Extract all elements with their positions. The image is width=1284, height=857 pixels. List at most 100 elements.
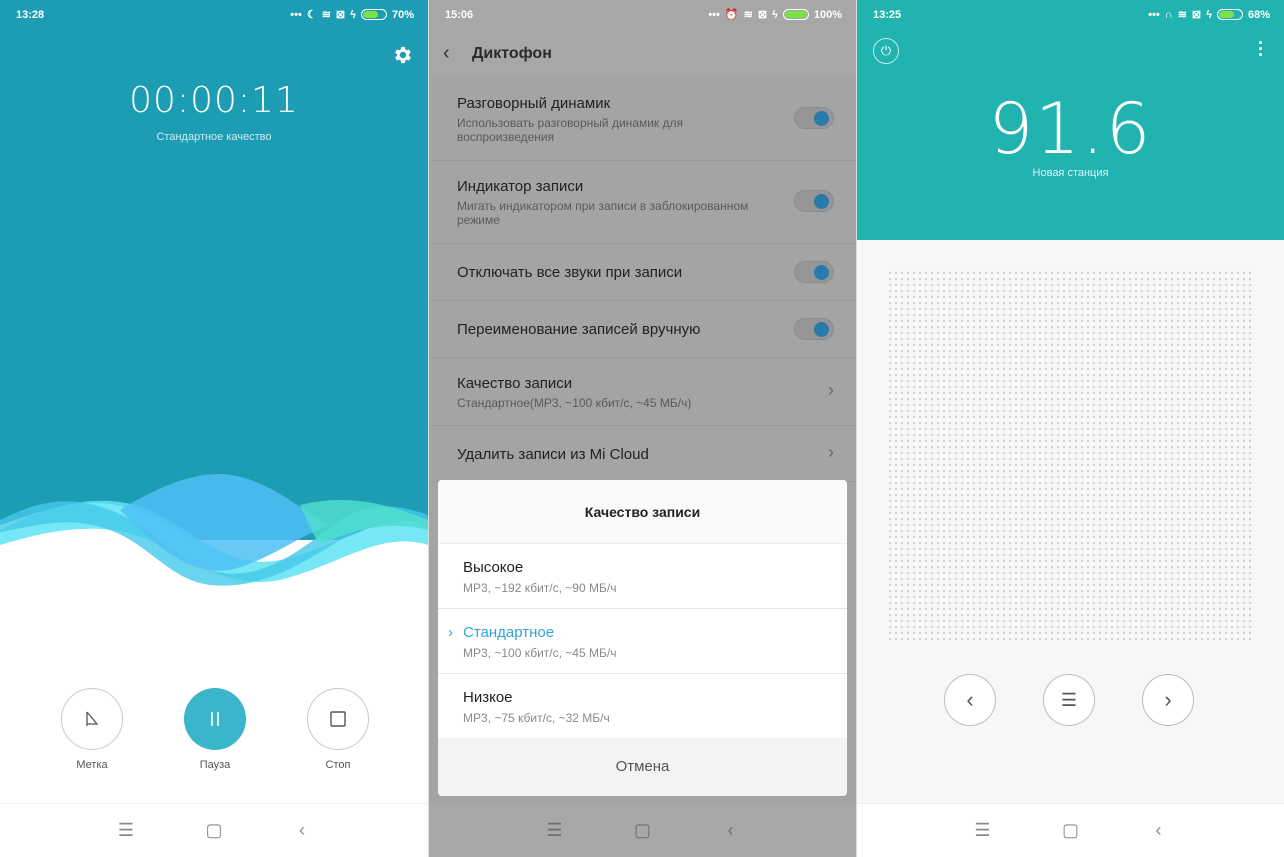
- quality-option[interactable]: Низкое MP3, ~75 кбит/с, ~32 МБ/ч: [438, 674, 847, 739]
- radio-screen: 13:25 ••• ∩ ≋ ⊠ ϟ 68% ⏻ · · · 91.6 Новая с…: [857, 0, 1284, 857]
- setting-subtitle: Стандартное(MP3, ~100 кбит/с, ~45 МБ/ч): [457, 396, 692, 410]
- status-time: 13:25: [873, 9, 902, 21]
- setting-title: Качество записи: [457, 375, 573, 392]
- gear-icon[interactable]: [392, 44, 414, 66]
- settings-screen: 15:06 ••• ⏰ ≋ ⊠ ϟ 100% ‹ Диктофон Разгов…: [429, 0, 856, 857]
- option-detail: MP3, ~192 кбит/с, ~90 МБ/ч: [463, 581, 617, 595]
- signal-dots-icon: •••: [1148, 8, 1160, 21]
- pause-label: Пауза: [199, 759, 231, 771]
- battery-icon: [782, 9, 809, 20]
- toggle-switch[interactable]: [794, 318, 834, 340]
- radio-frequency: 91.6: [988, 88, 1153, 170]
- mark-icon: [86, 711, 99, 726]
- wifi-icon: ≋: [321, 9, 331, 21]
- toggle-switch[interactable]: [794, 190, 834, 212]
- power-icon[interactable]: ⏻: [873, 38, 899, 64]
- recording-quality: Стандартное качество: [156, 131, 272, 143]
- nav-menu-icon[interactable]: ☰: [546, 820, 564, 841]
- settings-row[interactable]: Отключать все звуки при записи: [429, 244, 856, 301]
- setting-subtitle: Использовать разговорный динамик для вос…: [457, 116, 683, 144]
- battery-level: 68%: [1247, 8, 1270, 21]
- nav-back-icon[interactable]: ‹: [1150, 820, 1168, 841]
- quality-option-selected[interactable]: › Стандартное MP3, ~100 кбит/с, ~45 МБ/ч: [438, 609, 847, 674]
- battery-icon: [360, 9, 387, 20]
- option-label: Высокое: [463, 559, 524, 576]
- status-time: 13:28: [16, 9, 45, 21]
- option-label: Стандартное: [463, 624, 555, 641]
- option-label: Низкое: [463, 689, 513, 706]
- stop-label: Стоп: [325, 759, 351, 771]
- sim-icon: ⊠: [757, 9, 768, 21]
- settings-row[interactable]: Переименование записей вручную: [429, 301, 856, 358]
- setting-title: Индикатор записи: [457, 178, 584, 195]
- app-bar: ‹ Диктофон: [429, 30, 856, 78]
- status-icons: ••• ☾ ≋ ⊠ ϟ 70%: [290, 8, 414, 22]
- alarm-icon: ⏰: [724, 9, 739, 21]
- option-detail: MP3, ~100 кбит/с, ~45 МБ/ч: [463, 646, 617, 660]
- sim-icon: ⊠: [1191, 9, 1202, 21]
- moon-icon: ☾: [306, 9, 317, 21]
- status-time: 15:06: [445, 9, 474, 21]
- stop-button[interactable]: [307, 688, 369, 750]
- toggle-switch[interactable]: [794, 107, 834, 129]
- wifi-icon: ≋: [1177, 9, 1187, 21]
- waveform: [0, 474, 428, 600]
- pause-icon: [211, 712, 219, 726]
- nav-home-icon[interactable]: ▢: [1062, 820, 1080, 841]
- sim-icon: ⊠: [335, 9, 346, 21]
- settings-row[interactable]: Индикатор записи Мигать индикатором при …: [429, 161, 856, 244]
- recording-timer: 00:00:11: [129, 80, 299, 121]
- status-bar: 13:28 ••• ☾ ≋ ⊠ ϟ 70%: [0, 0, 428, 30]
- signal-dots-icon: •••: [290, 8, 302, 21]
- battery-level: 100%: [813, 8, 842, 21]
- status-bar: 15:06 ••• ⏰ ≋ ⊠ ϟ 100%: [429, 0, 856, 30]
- next-icon: ›: [1164, 687, 1172, 712]
- nav-back-icon[interactable]: ‹: [293, 820, 311, 841]
- charging-icon: ϟ: [350, 8, 356, 21]
- nav-home-icon[interactable]: ▢: [634, 820, 652, 841]
- nav-menu-icon[interactable]: ☰: [974, 820, 992, 841]
- headphones-icon: ∩: [1164, 8, 1173, 21]
- setting-title: Отключать все звуки при записи: [457, 264, 683, 281]
- cancel-button[interactable]: Отмена: [438, 738, 847, 796]
- settings-row[interactable]: Удалить записи из Mi Cloud ›: [429, 426, 856, 482]
- signal-dots-icon: •••: [708, 8, 720, 21]
- charging-icon: ϟ: [772, 8, 778, 21]
- navigation-bar: ☰ ▢ ‹: [0, 803, 428, 857]
- next-station-button[interactable]: ›: [1142, 674, 1194, 726]
- navigation-bar: ☰ ▢ ‹: [429, 803, 856, 857]
- settings-row[interactable]: Разговорный динамик Использовать разгово…: [429, 78, 856, 161]
- navigation-bar: ☰ ▢ ‹: [857, 803, 1284, 857]
- selected-chevron-icon: ›: [448, 624, 453, 641]
- dialog-title: Качество записи: [438, 480, 847, 544]
- toggle-switch[interactable]: [794, 261, 834, 283]
- setting-title: Удалить записи из Mi Cloud: [457, 446, 649, 463]
- battery-icon: [1216, 9, 1243, 20]
- setting-title: Переименование записей вручную: [457, 321, 701, 338]
- nav-menu-icon[interactable]: ☰: [117, 820, 135, 841]
- station-list-button[interactable]: ☰: [1043, 674, 1095, 726]
- setting-title: Разговорный динамик: [457, 95, 611, 112]
- battery-level: 70%: [391, 8, 414, 21]
- nav-home-icon[interactable]: ▢: [205, 820, 223, 841]
- option-detail: MP3, ~75 кбит/с, ~32 МБ/ч: [463, 711, 610, 725]
- settings-row[interactable]: Качество записи Стандартное(MP3, ~100 кб…: [429, 358, 856, 426]
- quality-dialog: Качество записи Высокое MP3, ~192 кбит/с…: [438, 480, 847, 796]
- chevron-right-icon: ›: [828, 442, 834, 462]
- back-icon[interactable]: ‹: [443, 42, 450, 65]
- nav-back-icon[interactable]: ‹: [722, 820, 740, 841]
- prev-icon: ‹: [966, 687, 974, 712]
- mark-button[interactable]: [61, 688, 123, 750]
- mark-label: Метка: [76, 759, 108, 771]
- wifi-icon: ≋: [743, 9, 753, 21]
- setting-subtitle: Мигать индикатором при записи в заблокир…: [457, 199, 749, 227]
- pause-button[interactable]: [184, 688, 246, 750]
- prev-station-button[interactable]: ‹: [944, 674, 996, 726]
- chevron-right-icon: ›: [828, 380, 834, 400]
- status-bar: 13:25 ••• ∩ ≋ ⊠ ϟ 68%: [857, 0, 1284, 30]
- more-icon[interactable]: · · ·: [1258, 34, 1264, 64]
- dot-matrix-display: [887, 270, 1251, 640]
- quality-option[interactable]: Высокое MP3, ~192 кбит/с, ~90 МБ/ч: [438, 544, 847, 609]
- status-icons: ••• ⏰ ≋ ⊠ ϟ 100%: [708, 8, 842, 22]
- stop-icon: [330, 711, 346, 727]
